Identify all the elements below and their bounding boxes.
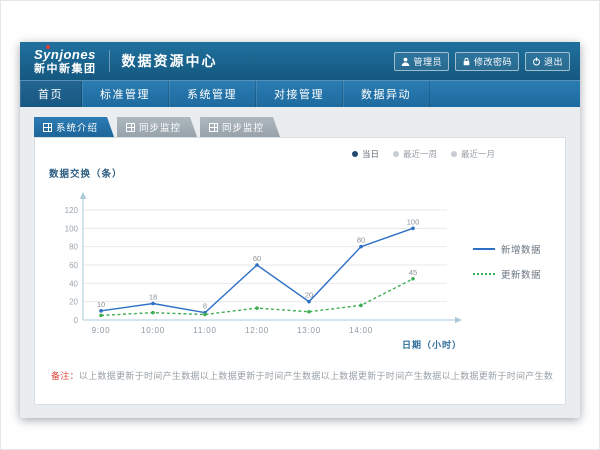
logo-company-name: 新中新集团 (34, 64, 97, 75)
change-password-button[interactable]: 修改密码 (455, 52, 519, 71)
main-nav: 首页 标准管理 系统管理 对接管理 数据异动 (20, 80, 580, 107)
nav-item-system-mgmt[interactable]: 系统管理 (169, 81, 256, 107)
y-axis-title: 数据交换（条） (49, 166, 553, 180)
svg-text:80: 80 (69, 243, 78, 252)
svg-text:10:00: 10:00 (141, 326, 165, 335)
svg-text:20: 20 (69, 298, 78, 307)
svg-text:60: 60 (69, 261, 78, 270)
nav-item-home[interactable]: 首页 (20, 81, 82, 107)
tab-system-intro[interactable]: 系统介绍 (34, 117, 114, 137)
solid-line-icon (473, 248, 495, 250)
svg-text:100: 100 (407, 217, 420, 226)
logo-red-dot-icon (46, 45, 50, 49)
tab-sync-monitor-2[interactable]: 同步监控 (200, 117, 280, 137)
series-legend-label: 新增数据 (501, 242, 541, 256)
chart-card: 当日 最近一周 最近一月 数据交换（条） 0 20 40 60 80 100 120 9:00… (34, 137, 566, 405)
logout-button[interactable]: 退出 (525, 52, 570, 71)
svg-text:0: 0 (74, 316, 79, 325)
dot-icon (451, 151, 457, 157)
svg-text:80: 80 (357, 236, 365, 245)
change-password-label: 修改密码 (474, 55, 512, 68)
series-legend-updated-data[interactable]: 更新数据 (473, 267, 541, 281)
nav-item-standard-mgmt[interactable]: 标准管理 (82, 81, 169, 107)
app-window: Synjones 新中新集团 数据资源中心 管理员 修改密码 (20, 42, 580, 418)
svg-text:60: 60 (253, 254, 261, 263)
header-actions: 管理员 修改密码 退出 (394, 52, 570, 71)
user-icon (401, 57, 410, 66)
svg-text:日期（小时）: 日期（小时） (402, 339, 462, 350)
svg-text:40: 40 (69, 279, 78, 288)
line-chart[interactable]: 0 20 40 60 80 100 120 9:00 10:00 11:00 12:00 13:00 1… (47, 180, 467, 358)
svg-text:18: 18 (149, 293, 157, 302)
svg-text:11:00: 11:00 (193, 326, 216, 335)
tab-label: 同步监控 (222, 120, 264, 134)
tab-bar: 系统介绍 同步监控 同步监控 (34, 117, 566, 137)
app-header: Synjones 新中新集团 数据资源中心 管理员 修改密码 (20, 42, 580, 80)
dot-icon (352, 151, 358, 157)
series-legend-label: 更新数据 (501, 267, 541, 281)
svg-text:120: 120 (65, 206, 79, 215)
nav-item-data-change[interactable]: 数据异动 (343, 81, 430, 107)
grid-icon (43, 123, 52, 132)
svg-text:8: 8 (203, 302, 207, 311)
chart-row: 0 20 40 60 80 100 120 9:00 10:00 11:00 12:00 13:00 1… (47, 180, 553, 358)
power-icon (532, 57, 541, 66)
dot-icon (393, 151, 399, 157)
logout-label: 退出 (544, 55, 563, 68)
tab-label: 系统介绍 (56, 120, 98, 134)
svg-text:13:00: 13:00 (297, 326, 321, 335)
svg-text:45: 45 (409, 268, 417, 277)
logo-wordmark: Synjones (34, 48, 97, 61)
tab-label: 同步监控 (139, 120, 181, 134)
header-divider (109, 50, 110, 72)
dashed-line-icon (473, 273, 495, 275)
content-area: 系统介绍 同步监控 同步监控 当日 最近一周 (20, 107, 580, 405)
app-title: 数据资源中心 (122, 51, 218, 71)
svg-text:10: 10 (97, 300, 105, 309)
svg-text:9:00: 9:00 (92, 326, 111, 335)
series-legend-new-data[interactable]: 新增数据 (473, 242, 541, 256)
range-legend-label: 最近一周 (403, 148, 437, 160)
range-legend-label: 当日 (362, 148, 379, 160)
footnote: 备注：以上数据更新于时间产生数据以上数据更新于时间产生数据以上数据更新于时间产生… (47, 369, 553, 404)
lock-icon (462, 57, 471, 66)
nav-item-connect-mgmt[interactable]: 对接管理 (256, 81, 343, 107)
svg-text:14:00: 14:00 (349, 326, 373, 335)
logo[interactable]: Synjones 新中新集团 (34, 48, 97, 75)
range-legend: 当日 最近一周 最近一月 (47, 148, 495, 160)
grid-icon (209, 123, 218, 132)
grid-icon (126, 123, 135, 132)
range-legend-item[interactable]: 最近一月 (451, 148, 495, 160)
series-legend: 新增数据 更新数据 (473, 242, 541, 281)
range-legend-item[interactable]: 最近一周 (393, 148, 437, 160)
tab-sync-monitor-1[interactable]: 同步监控 (117, 117, 197, 137)
svg-text:100: 100 (65, 224, 79, 233)
footnote-prefix: 备注： (51, 371, 79, 381)
admin-user-button[interactable]: 管理员 (394, 52, 449, 71)
range-legend-item[interactable]: 当日 (352, 148, 379, 160)
range-legend-label: 最近一月 (461, 148, 495, 160)
admin-user-label: 管理员 (413, 55, 442, 68)
svg-text:20: 20 (305, 291, 313, 300)
footnote-text: 以上数据更新于时间产生数据以上数据更新于时间产生数据以上数据更新于时间产生数据以… (79, 371, 553, 381)
svg-text:12:00: 12:00 (245, 326, 269, 335)
